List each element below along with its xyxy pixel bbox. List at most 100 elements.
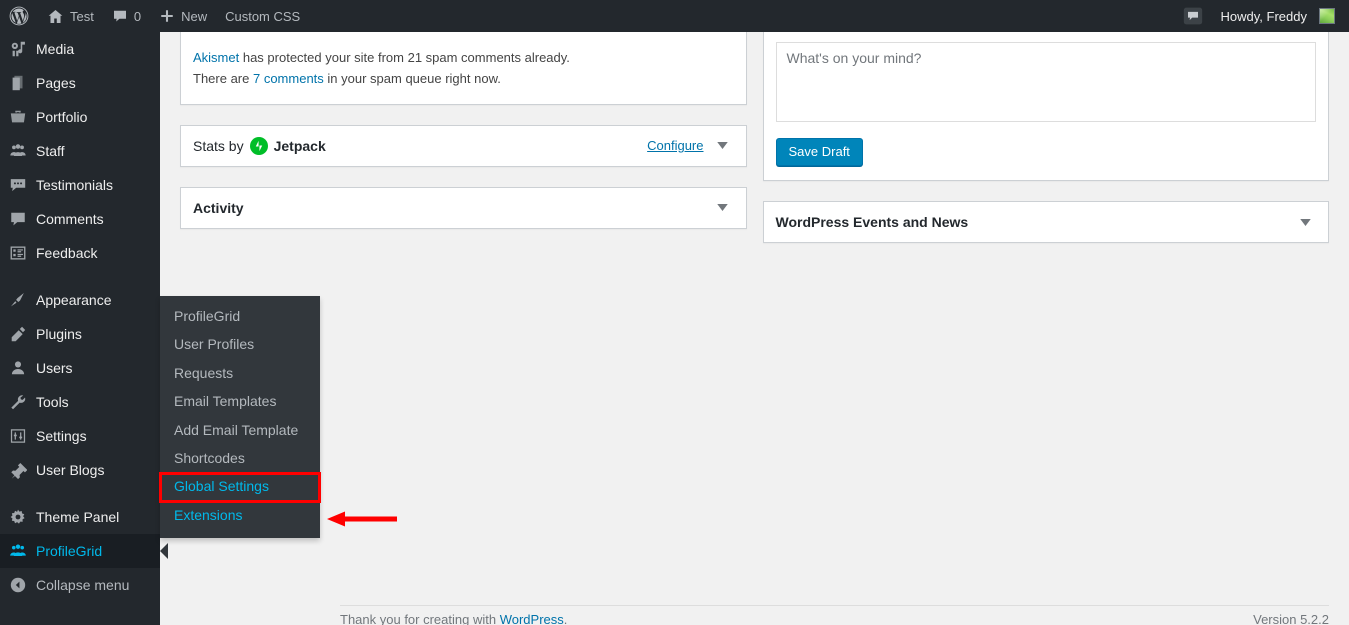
quick-draft-widget: Save Draft (762, 32, 1329, 181)
configure-link[interactable]: Configure (647, 138, 703, 153)
admin-menu-list: Media Pages Portfolio Staff Testimonials… (0, 32, 168, 602)
testimonials-icon (0, 176, 36, 194)
sidebar-item-testimonials[interactable]: Testimonials (0, 168, 160, 202)
sidebar-item-users[interactable]: Users (0, 351, 160, 385)
sidebar-item-pages[interactable]: Pages (0, 66, 160, 100)
sidebar-item-label: Staff (36, 143, 65, 159)
sidebar-item-label: Appearance (36, 292, 112, 308)
submenu-pointer-arrow (160, 543, 168, 559)
menu-separator (0, 270, 160, 283)
dashboard-column-right: Save Draft WordPress Events and News (762, 32, 1329, 263)
sidebar-item-label: Portfolio (36, 109, 88, 125)
submenu-item-requests[interactable]: Requests (160, 360, 320, 388)
staff-icon (0, 142, 36, 160)
submenu-item-shortcodes[interactable]: Shortcodes (160, 445, 320, 473)
annotation-arrow-icon (327, 511, 397, 527)
chevron-down-icon[interactable] (712, 197, 734, 219)
jetpack-logo-icon (249, 136, 268, 155)
footer-thanks: Thank you for creating with WordPress. (340, 612, 1253, 625)
media-icon (0, 40, 36, 58)
custom-css-label: Custom CSS (225, 8, 301, 24)
activity-widget-header: Activity (181, 188, 746, 228)
howdy-label: Howdy, Freddy (1220, 8, 1307, 24)
sidebar-item-settings[interactable]: Settings (0, 419, 160, 453)
sidebar-item-theme-panel[interactable]: Theme Panel (0, 500, 160, 534)
activity-widget: Activity (180, 186, 747, 229)
stats-widget: Stats by Jetpack Configure (180, 124, 747, 167)
quick-draft-actions: Save Draft (775, 127, 1317, 166)
sidebar-item-label: Theme Panel (36, 509, 120, 525)
comments-icon (0, 210, 36, 228)
settings-icon (0, 427, 36, 445)
collapse-icon (0, 576, 36, 594)
submenu-item-add-email-template[interactable]: Add Email Template (160, 417, 320, 445)
dashboard-columns: Akismet has protected your site from 21 … (160, 32, 1349, 263)
new-content-menu[interactable]: New (150, 0, 216, 32)
akismet-link[interactable]: Akismet (193, 50, 239, 65)
custom-css-menu[interactable]: Custom CSS (216, 0, 309, 32)
sidebar-item-profilegrid[interactable]: ProfileGrid (0, 534, 168, 568)
sidebar-item-feedback[interactable]: Feedback (0, 236, 160, 270)
avatar (1319, 8, 1335, 24)
sidebar-item-comments[interactable]: Comments (0, 202, 160, 236)
admin-bar: Test 0 New Custom CSS Howdy, Freddy (0, 0, 1349, 32)
sidebar-item-staff[interactable]: Staff (0, 134, 160, 168)
sidebar-item-label: Collapse menu (36, 577, 130, 593)
sidebar-item-portfolio[interactable]: Portfolio (0, 100, 160, 134)
akismet-widget: Akismet has protected your site from 21 … (180, 32, 747, 105)
sidebar-item-label: Settings (36, 428, 87, 444)
wordpress-link[interactable]: WordPress (500, 612, 564, 625)
sidebar-item-label: Feedback (36, 245, 98, 261)
events-news-header: WordPress Events and News (764, 202, 1329, 242)
submenu-item-profilegrid[interactable]: ProfileGrid (160, 303, 320, 331)
comments-menu[interactable]: 0 (103, 0, 150, 32)
portfolio-icon (0, 108, 36, 126)
jetpack-brand-label: Jetpack (273, 137, 326, 154)
sidebar-item-label: Pages (36, 75, 76, 91)
dashboard-content: Akismet has protected your site from 21 … (160, 32, 1349, 625)
footer-thanks-pre: Thank you for creating with (340, 612, 500, 625)
sidebar-item-label: Users (36, 360, 73, 376)
user-blogs-icon (0, 461, 36, 479)
comment-bubble-icon (1183, 6, 1203, 26)
quick-draft-content-input[interactable] (775, 42, 1316, 122)
my-account-menu[interactable]: Howdy, Freddy (1212, 0, 1349, 32)
sidebar-item-tools[interactable]: Tools (0, 385, 160, 419)
submenu-item-global-settings[interactable]: Global Settings (159, 472, 321, 503)
admin-footer: Thank you for creating with WordPress. V… (340, 605, 1329, 625)
submenu-item-user-profiles[interactable]: User Profiles (160, 331, 320, 359)
chevron-down-icon[interactable] (712, 135, 734, 157)
stats-widget-header: Stats by Jetpack Configure (181, 126, 746, 166)
spam-queue-link[interactable]: 7 comments (253, 71, 324, 86)
admin-bar-right: Howdy, Freddy (1174, 0, 1349, 32)
akismet-line-1-text: has protected your site from 21 spam com… (239, 50, 570, 65)
new-label: New (181, 8, 208, 24)
site-name-label: Test (70, 8, 94, 24)
sidebar-item-user-blogs[interactable]: User Blogs (0, 453, 160, 487)
submenu-item-extensions[interactable]: Extensions (160, 502, 320, 530)
dashboard-column-left: Akismet has protected your site from 21 … (180, 32, 747, 263)
wp-logo-menu[interactable] (0, 0, 38, 32)
akismet-line-1: Akismet has protected your site from 21 … (193, 32, 734, 69)
akismet-line-2: There are 7 comments in your spam queue … (193, 69, 734, 90)
save-draft-button[interactable]: Save Draft (775, 138, 863, 166)
notifications-menu[interactable] (1174, 0, 1212, 32)
chevron-down-icon[interactable] (1294, 211, 1316, 233)
sidebar-item-label: Media (36, 41, 75, 57)
tools-icon (0, 393, 36, 411)
akismet-line-2-pre: There are (193, 70, 253, 86)
sidebar-item-appearance[interactable]: Appearance (0, 283, 160, 317)
profilegrid-icon (0, 542, 36, 560)
sidebar-item-plugins[interactable]: Plugins (0, 317, 160, 351)
sidebar-item-label: Plugins (36, 326, 82, 342)
sidebar-item-label: User Blogs (36, 462, 105, 478)
site-name-menu[interactable]: Test (38, 0, 103, 32)
users-icon (0, 359, 36, 377)
sidebar-item-label: Testimonials (36, 177, 114, 193)
sidebar-item-label: Comments (36, 211, 104, 227)
menu-separator (0, 487, 160, 500)
sidebar-item-media[interactable]: Media (0, 32, 160, 66)
submenu-item-email-templates[interactable]: Email Templates (160, 388, 320, 416)
home-icon (47, 8, 64, 25)
collapse-menu-button[interactable]: Collapse menu (0, 568, 160, 602)
